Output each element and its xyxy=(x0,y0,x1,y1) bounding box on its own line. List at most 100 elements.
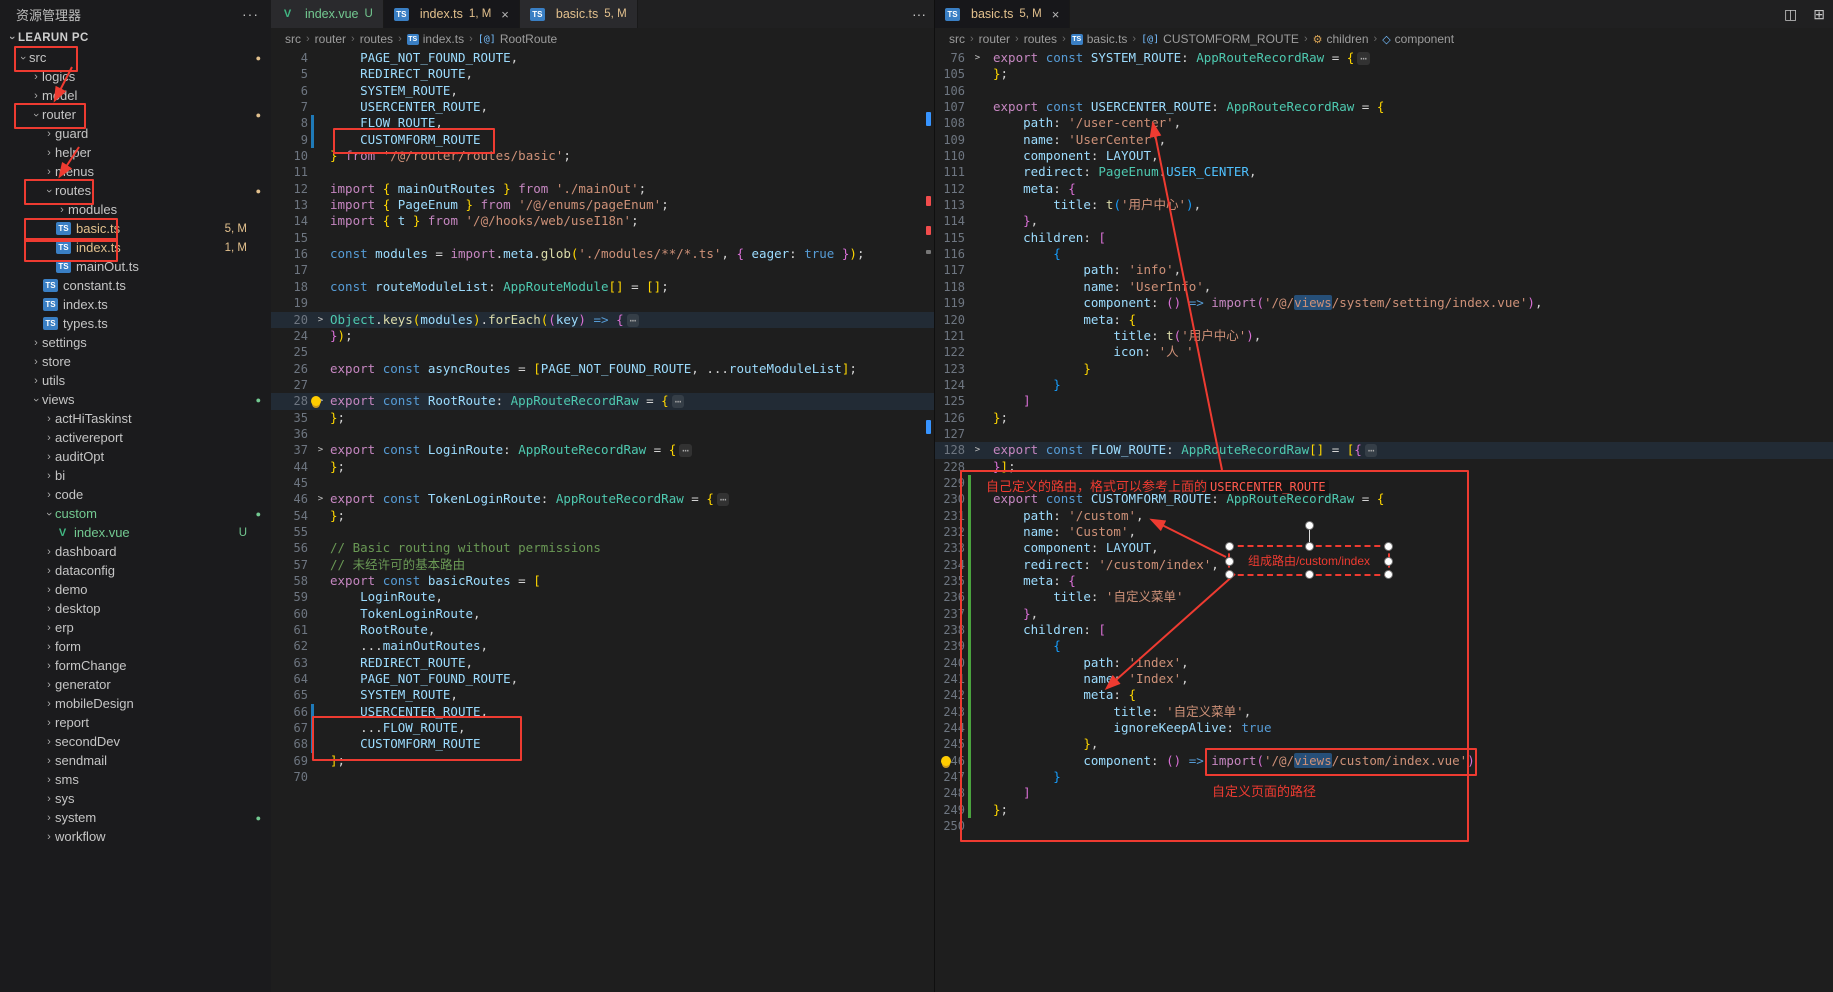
code-line-17[interactable]: 17 xyxy=(271,262,934,278)
line-number[interactable]: 15 xyxy=(271,230,308,246)
line-number[interactable]: 44 xyxy=(271,459,308,475)
code-line-10[interactable]: 10} from '/@/router/routes/basic'; xyxy=(271,148,934,164)
line-number[interactable]: 230 xyxy=(935,491,965,507)
line-number[interactable]: 108 xyxy=(935,115,965,131)
line-number[interactable]: 57 xyxy=(271,557,308,573)
code-line-113[interactable]: 113 title: t('用户中心'), xyxy=(935,197,1833,213)
code-line-119[interactable]: 119 component: () => import('/@/views/sy… xyxy=(935,295,1833,311)
line-number[interactable]: 19 xyxy=(271,295,308,311)
code-line-4[interactable]: 4 PAGE_NOT_FOUND_ROUTE, xyxy=(271,50,934,66)
breadcrumb-item-router[interactable]: router xyxy=(315,32,346,46)
code-line-13[interactable]: 13import { PageEnum } from '/@/enums/pag… xyxy=(271,197,934,213)
overview-ruler[interactable] xyxy=(1825,50,1830,992)
breadcrumb-item-routes[interactable]: routes xyxy=(360,32,393,46)
breadcrumb-item-RootRoute[interactable]: [@]RootRoute xyxy=(478,32,557,46)
breadcrumb-item-index.ts[interactable]: TSindex.ts xyxy=(407,32,464,46)
code-line-233[interactable]: 233 component: LAYOUT, xyxy=(935,540,1833,556)
line-number[interactable]: 62 xyxy=(271,638,308,654)
code-line-36[interactable]: 36 xyxy=(271,426,934,442)
lightbulb-icon[interactable] xyxy=(941,756,951,766)
tab-basic.ts[interactable]: TSbasic.ts5, M× xyxy=(935,0,1070,28)
line-number[interactable]: 122 xyxy=(935,344,965,360)
line-number[interactable]: 17 xyxy=(271,262,308,278)
line-number[interactable]: 250 xyxy=(935,818,965,834)
code-line-122[interactable]: 122 icon: '人 ' xyxy=(935,344,1833,360)
explorer-item-secondDev[interactable]: ›secondDev xyxy=(0,732,271,751)
explorer-more-actions-icon[interactable]: ··· xyxy=(242,6,259,22)
line-number[interactable]: 123 xyxy=(935,361,965,377)
line-number[interactable]: 233 xyxy=(935,540,965,556)
code-line-235[interactable]: 235 meta: { xyxy=(935,573,1833,589)
code-line-239[interactable]: 239 { xyxy=(935,638,1833,654)
explorer-item-menus[interactable]: ›menus xyxy=(0,162,271,181)
line-number[interactable]: 249 xyxy=(935,802,965,818)
code-line-46[interactable]: 46>export const TokenLoginRoute: AppRout… xyxy=(271,491,934,507)
line-number[interactable]: 119 xyxy=(935,295,965,311)
code-line-16[interactable]: 16const modules = import.meta.glob('./mo… xyxy=(271,246,934,262)
explorer-item-mainOut.ts[interactable]: TSmainOut.ts xyxy=(0,257,271,276)
code-line-19[interactable]: 19 xyxy=(271,295,934,311)
explorer-item-mobileDesign[interactable]: ›mobileDesign xyxy=(0,694,271,713)
line-number[interactable]: 46 xyxy=(271,491,308,507)
line-number[interactable]: 6 xyxy=(271,83,308,99)
line-number[interactable]: 247 xyxy=(935,769,965,785)
breadcrumb-item-routes[interactable]: routes xyxy=(1024,32,1057,46)
code-line-120[interactable]: 120 meta: { xyxy=(935,312,1833,328)
code-line-61[interactable]: 61 RootRoute, xyxy=(271,622,934,638)
line-number[interactable]: 105 xyxy=(935,66,965,82)
explorer-item-bi[interactable]: ›bi xyxy=(0,466,271,485)
code-line-117[interactable]: 117 path: 'info', xyxy=(935,262,1833,278)
code-line-6[interactable]: 6 SYSTEM_ROUTE, xyxy=(271,83,934,99)
explorer-item-index.vue[interactable]: Vindex.vueU xyxy=(0,523,271,542)
explorer-item-model[interactable]: ›model xyxy=(0,86,271,105)
explorer-item-report[interactable]: ›report xyxy=(0,713,271,732)
code-line-67[interactable]: 67 ...FLOW_ROUTE, xyxy=(271,720,934,736)
code-line-109[interactable]: 109 name: 'UserCenter', xyxy=(935,132,1833,148)
code-line-114[interactable]: 114 }, xyxy=(935,213,1833,229)
line-number[interactable]: 240 xyxy=(935,655,965,671)
explorer-item-helper[interactable]: ›helper xyxy=(0,143,271,162)
code-line-12[interactable]: 12import { mainOutRoutes } from './mainO… xyxy=(271,181,934,197)
line-number[interactable]: 13 xyxy=(271,197,308,213)
line-number[interactable]: 110 xyxy=(935,148,965,164)
line-number[interactable]: 65 xyxy=(271,687,308,703)
line-number[interactable]: 242 xyxy=(935,687,965,703)
code-line-57[interactable]: 57// 未经许可的基本路由 xyxy=(271,557,934,573)
line-number[interactable]: 10 xyxy=(271,148,308,164)
explorer-item-utils[interactable]: ›utils xyxy=(0,371,271,390)
explorer-item-basic.ts[interactable]: TSbasic.ts5, M xyxy=(0,219,271,238)
breadcrumb-item-basic.ts[interactable]: TSbasic.ts xyxy=(1071,32,1128,46)
code-line-236[interactable]: 236 title: '自定义菜单' xyxy=(935,589,1833,605)
code-line-70[interactable]: 70 xyxy=(271,769,934,785)
close-icon[interactable]: × xyxy=(501,8,509,21)
code-line-65[interactable]: 65 SYSTEM_ROUTE, xyxy=(271,687,934,703)
line-number[interactable]: 25 xyxy=(271,344,308,360)
code-line-245[interactable]: 245 }, xyxy=(935,736,1833,752)
code-line-59[interactable]: 59 LoginRoute, xyxy=(271,589,934,605)
explorer-item-demo[interactable]: ›demo xyxy=(0,580,271,599)
line-number[interactable]: 36 xyxy=(271,426,308,442)
tab-index.ts[interactable]: TSindex.ts1, M× xyxy=(384,0,520,28)
explorer-item-formChange[interactable]: ›formChange xyxy=(0,656,271,675)
line-number[interactable]: 4 xyxy=(271,50,308,66)
explorer-item-code[interactable]: ›code xyxy=(0,485,271,504)
code-line-27[interactable]: 27 xyxy=(271,377,934,393)
code-line-231[interactable]: 231 path: '/custom', xyxy=(935,508,1833,524)
line-number[interactable]: 244 xyxy=(935,720,965,736)
code-line-55[interactable]: 55 xyxy=(271,524,934,540)
line-number[interactable]: 69 xyxy=(271,753,308,769)
code-line-7[interactable]: 7 USERCENTER_ROUTE, xyxy=(271,99,934,115)
line-number[interactable]: 12 xyxy=(271,181,308,197)
code-line-118[interactable]: 118 name: 'UserInfo', xyxy=(935,279,1833,295)
code-line-76[interactable]: 76>export const SYSTEM_ROUTE: AppRouteRe… xyxy=(935,50,1833,66)
explorer-item-index.ts[interactable]: TSindex.ts xyxy=(0,295,271,314)
code-line-54[interactable]: 54}; xyxy=(271,508,934,524)
explorer-item-store[interactable]: ›store xyxy=(0,352,271,371)
line-number[interactable]: 68 xyxy=(271,736,308,752)
line-number[interactable]: 241 xyxy=(935,671,965,687)
code-line-111[interactable]: 111 redirect: PageEnum.USER_CENTER, xyxy=(935,164,1833,180)
line-number[interactable]: 112 xyxy=(935,181,965,197)
line-number[interactable]: 239 xyxy=(935,638,965,654)
line-number[interactable]: 58 xyxy=(271,573,308,589)
code-line-249[interactable]: 249}; xyxy=(935,802,1833,818)
